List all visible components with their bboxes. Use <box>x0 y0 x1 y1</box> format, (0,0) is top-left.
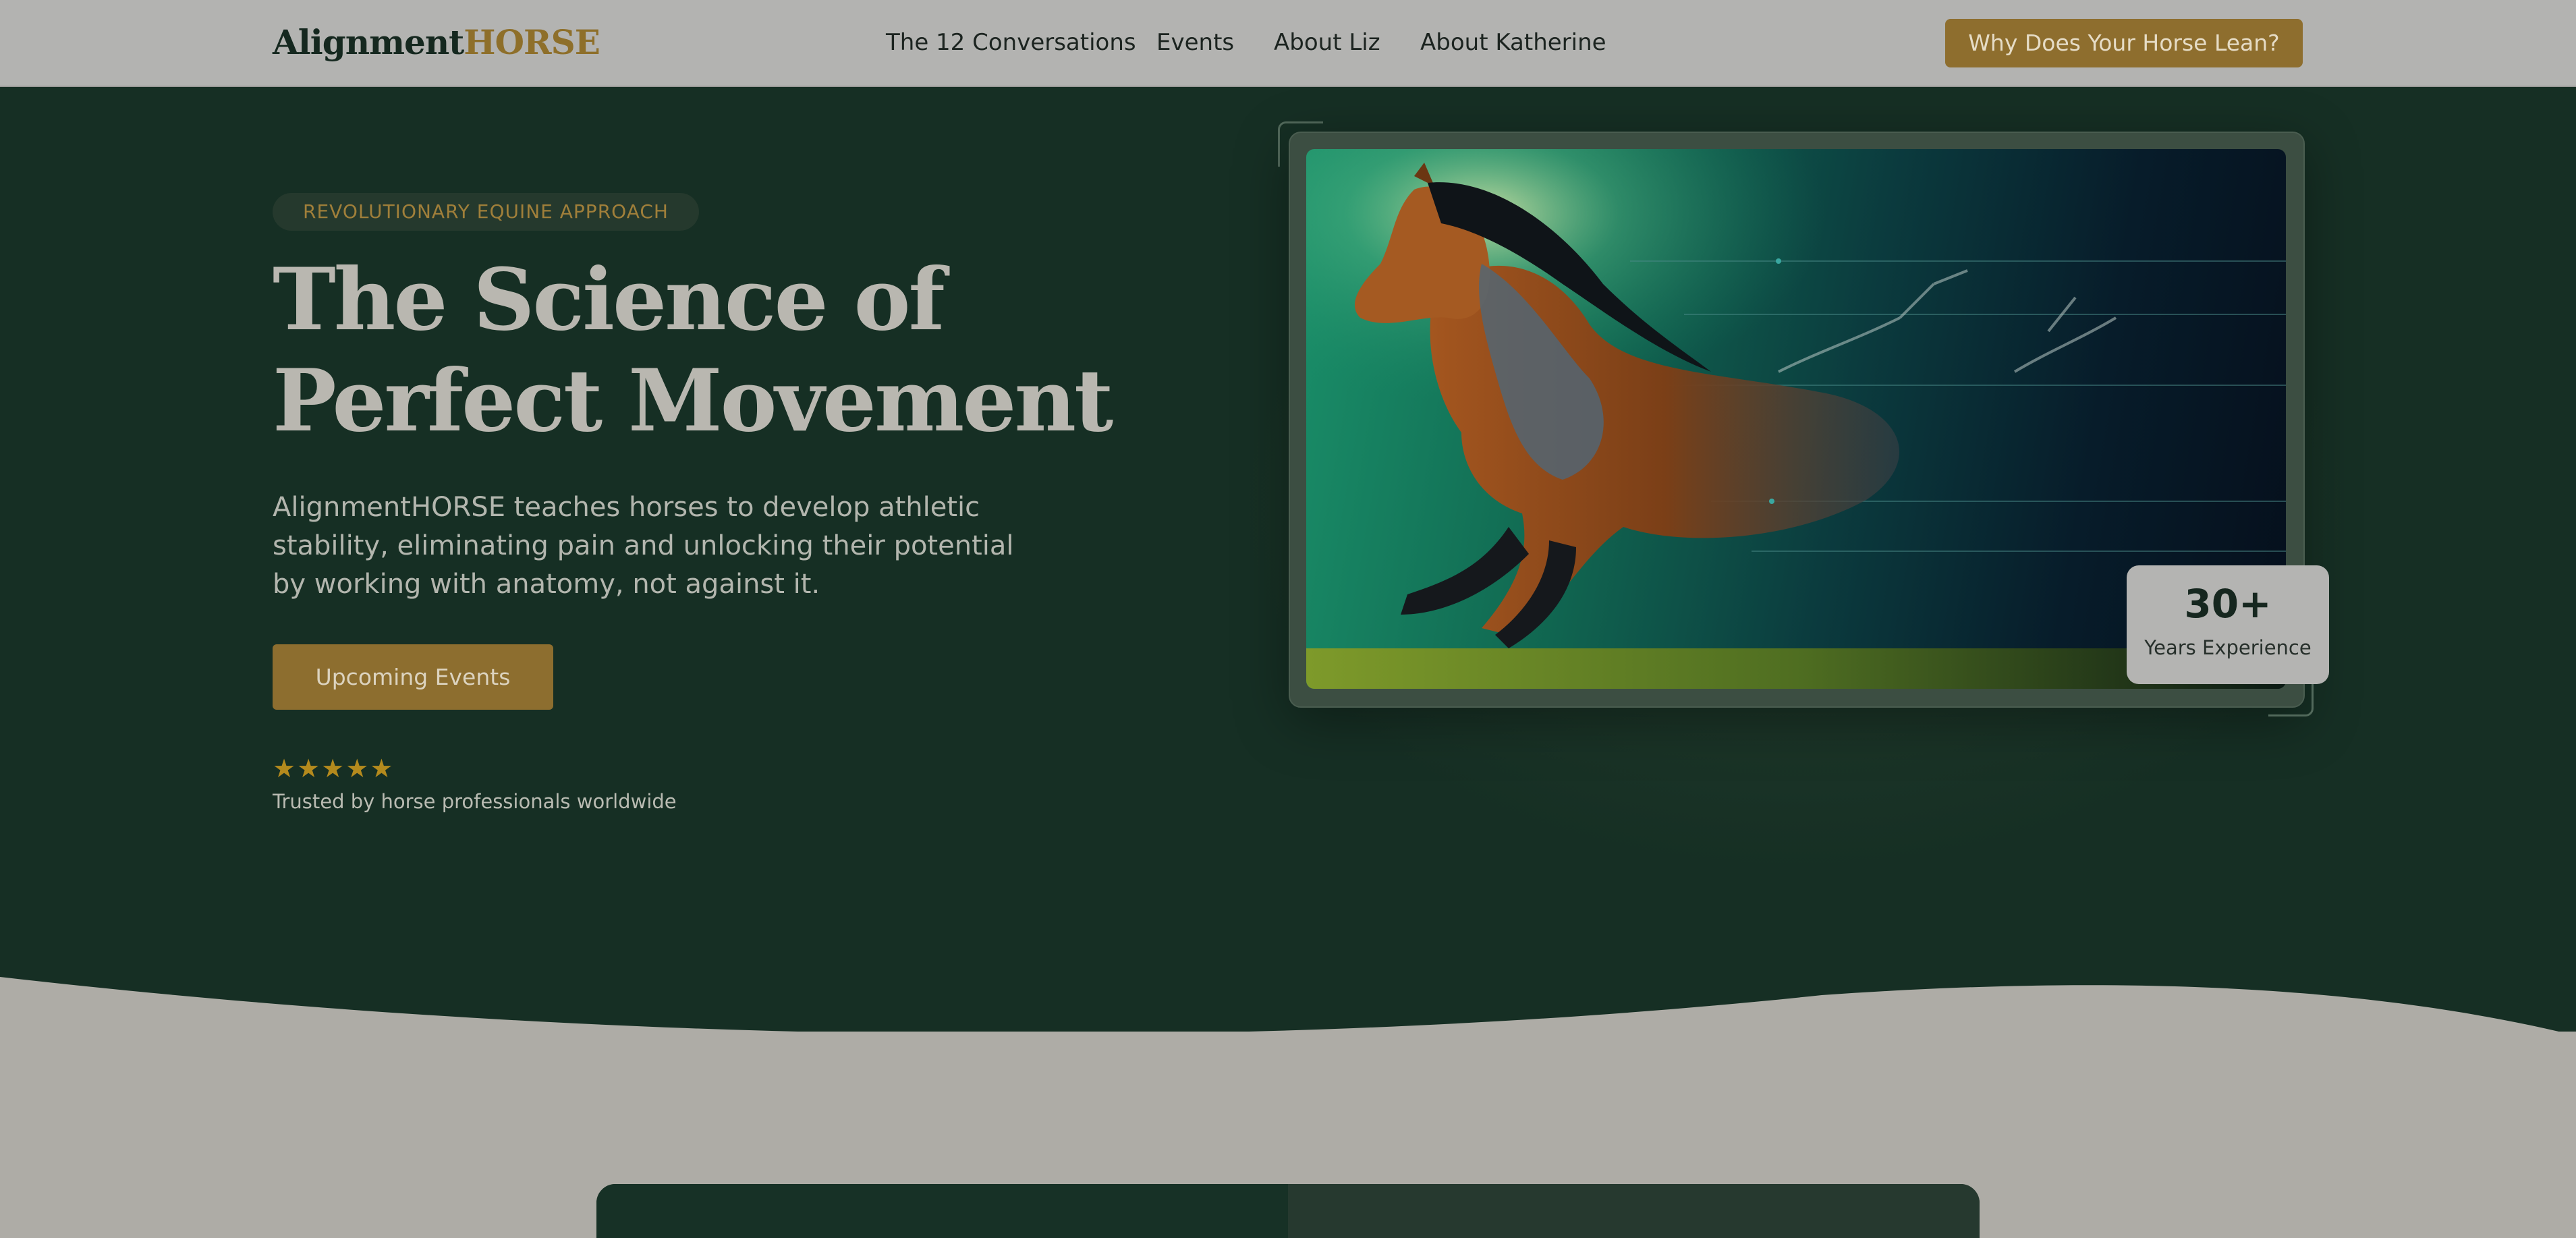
star-icon: ★ <box>273 754 296 783</box>
site-logo[interactable]: AlignmentHORSE <box>273 19 600 66</box>
star-icon: ★ <box>370 754 393 783</box>
nav-link-events[interactable]: Events <box>1156 27 1234 58</box>
next-section-card-left <box>596 1184 1288 1238</box>
star-icon: ★ <box>297 754 320 783</box>
why-does-your-horse-lean-button[interactable]: Why Does Your Horse Lean? <box>1945 19 2303 67</box>
rating-stars: ★ ★ ★ ★ ★ <box>273 755 393 782</box>
wave-divider <box>0 977 2576 1059</box>
hero-badge: REVOLUTIONARY EQUINE APPROACH <box>273 193 699 231</box>
stat-label: Years Experience <box>2144 636 2312 659</box>
upcoming-events-button[interactable]: Upcoming Events <box>273 644 553 710</box>
top-navbar: AlignmentHORSE The 12 Conversations Even… <box>0 0 2576 87</box>
stat-value: 30+ <box>2184 581 2272 627</box>
nav-link-12-conversations[interactable]: The 12 Conversations <box>886 27 1136 58</box>
nav-link-about-katherine[interactable]: About Katherine <box>1420 27 1606 58</box>
experience-stat-card: 30+ Years Experience <box>2127 565 2329 684</box>
hero-description: AlignmentHORSE teaches horses to develop… <box>273 492 1014 600</box>
star-icon: ★ <box>321 754 345 783</box>
next-section-card-right <box>1288 1184 1980 1238</box>
nav-link-about-liz[interactable]: About Liz <box>1274 27 1380 58</box>
logo-text-alignment: Alignment <box>273 22 464 62</box>
logo-text-horse: HORSE <box>464 22 600 62</box>
hero-title: The Science of Perfect Movement <box>273 250 1113 451</box>
star-icon: ★ <box>345 754 369 783</box>
trusted-text: Trusted by horse professionals worldwide <box>273 790 677 813</box>
next-section-card <box>596 1184 1980 1238</box>
